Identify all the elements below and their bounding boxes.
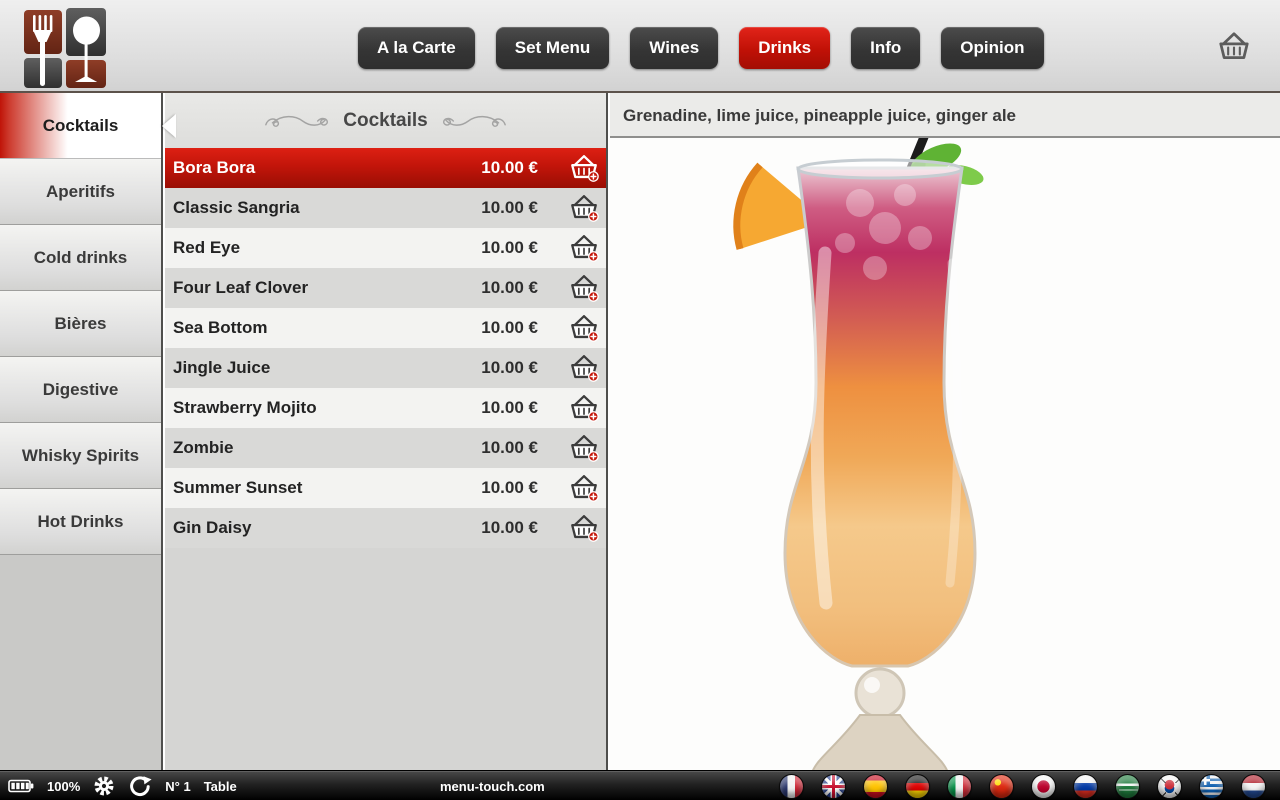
menu-list-title: Cocktails [343, 110, 427, 132]
app-url: menu-touch.com [440, 779, 545, 794]
settings-gear-icon[interactable] [93, 775, 115, 797]
menu-item-list: Bora Bora10.00 €Classic Sangria10.00 €Re… [165, 148, 606, 548]
sidebar-item-cocktails[interactable]: Cocktails [0, 93, 161, 159]
menu-item-price: 10.00 € [481, 438, 538, 458]
flag-sa-icon[interactable] [1115, 774, 1140, 799]
add-to-basket-icon[interactable] [568, 233, 600, 263]
flag-es-icon[interactable] [863, 774, 888, 799]
add-to-basket-icon[interactable] [568, 473, 600, 503]
sidebar-item-bieres[interactable]: Bières [0, 291, 161, 357]
category-sidebar: CocktailsAperitifsCold drinksBièresDiges… [0, 93, 163, 770]
flag-it-icon[interactable] [947, 774, 972, 799]
menu-item-row[interactable]: Jingle Juice 10.00 € [165, 348, 606, 388]
nav-drinks-button[interactable]: Drinks [739, 27, 830, 69]
menu-item-name: Zombie [173, 438, 233, 458]
sidebar-item-aperitifs[interactable]: Aperitifs [0, 159, 161, 225]
menu-item-row[interactable]: Bora Bora 10.00 € [165, 148, 606, 188]
menu-item-name: Strawberry Mojito [173, 398, 317, 418]
add-to-basket-icon[interactable] [568, 353, 600, 383]
nav-a-la-carte-button[interactable]: A la Carte [358, 27, 475, 69]
menu-item-row[interactable]: Summer Sunset 10.00 € [165, 468, 606, 508]
add-to-basket-icon[interactable] [568, 273, 600, 303]
menu-item-name: Classic Sangria [173, 198, 300, 218]
battery-percentage: 100% [47, 779, 80, 794]
menu-item-price: 10.00 € [481, 278, 538, 298]
restaurant-logo-icon [24, 8, 108, 93]
flag-jp-icon[interactable] [1031, 774, 1056, 799]
menu-item-price: 10.00 € [481, 158, 538, 178]
menu-item-price: 10.00 € [481, 518, 538, 538]
flag-nl-icon[interactable] [1241, 774, 1266, 799]
top-bar: A la Carte Set Menu Wines Drinks Info Opinion [0, 0, 1280, 93]
nav-info-button[interactable]: Info [851, 27, 920, 69]
menu-item-name: Bora Bora [173, 158, 255, 178]
flag-cn-icon[interactable] [989, 774, 1014, 799]
flag-kr-icon[interactable] [1157, 774, 1182, 799]
refresh-icon[interactable] [128, 774, 152, 798]
cocktail-image [670, 133, 1090, 770]
menu-item-name: Four Leaf Clover [173, 278, 308, 298]
language-flags [779, 771, 1266, 800]
menu-item-price: 10.00 € [481, 478, 538, 498]
basket-icon[interactable] [1216, 30, 1252, 68]
add-to-basket-icon[interactable] [568, 513, 600, 543]
flag-gb-icon[interactable] [821, 774, 846, 799]
status-bar: 100% N° 1 Table menu-touch.com [0, 770, 1280, 800]
item-detail-panel: Grenadine, lime juice, pineapple juice, … [610, 93, 1280, 770]
sidebar-item-cold-drinks[interactable]: Cold drinks [0, 225, 161, 291]
add-to-basket-icon[interactable] [568, 193, 600, 223]
menu-item-row[interactable]: Strawberry Mojito 10.00 € [165, 388, 606, 428]
menu-item-row[interactable]: Gin Daisy 10.00 € [165, 508, 606, 548]
flag-gr-icon[interactable] [1199, 774, 1224, 799]
menu-list-panel: Cocktails Bora Bora10.00 €Classic Sangri… [165, 93, 608, 770]
flourish-ornament-icon [263, 109, 329, 133]
menu-item-price: 10.00 € [481, 358, 538, 378]
nav-set-menu-button[interactable]: Set Menu [496, 27, 610, 69]
menu-item-row[interactable]: Four Leaf Clover 10.00 € [165, 268, 606, 308]
add-to-basket-icon[interactable] [568, 393, 600, 423]
menu-item-row[interactable]: Classic Sangria 10.00 € [165, 188, 606, 228]
menu-item-name: Gin Daisy [173, 518, 251, 538]
item-description: Grenadine, lime juice, pineapple juice, … [610, 93, 1280, 138]
menu-touch-app: A la Carte Set Menu Wines Drinks Info Opinion… [0, 0, 1280, 800]
menu-item-row[interactable]: Sea Bottom 10.00 € [165, 308, 606, 348]
menu-item-price: 10.00 € [481, 318, 538, 338]
nav-opinion-button[interactable]: Opinion [941, 27, 1043, 69]
sidebar-item-digestive[interactable]: Digestive [0, 357, 161, 423]
menu-item-price: 10.00 € [481, 398, 538, 418]
status-left-group: 100% N° 1 Table [8, 771, 237, 800]
menu-item-name: Red Eye [173, 238, 240, 258]
menu-item-row[interactable]: Red Eye 10.00 € [165, 228, 606, 268]
status-center: menu-touch.com [440, 771, 545, 800]
table-label: Table [204, 779, 237, 794]
flag-de-icon[interactable] [905, 774, 930, 799]
flag-ru-icon[interactable] [1073, 774, 1098, 799]
menu-item-row[interactable]: Zombie 10.00 € [165, 428, 606, 468]
menu-item-name: Jingle Juice [173, 358, 270, 378]
sidebar-item-whisky-spirits[interactable]: Whisky Spirits [0, 423, 161, 489]
add-to-basket-icon[interactable] [568, 433, 600, 463]
order-number: N° 1 [165, 779, 190, 794]
flourish-ornament-icon [442, 109, 508, 133]
add-to-basket-icon[interactable] [568, 313, 600, 343]
menu-item-price: 10.00 € [481, 198, 538, 218]
main-nav: A la Carte Set Menu Wines Drinks Info Opinion [358, 27, 1044, 69]
sidebar-item-hot-drinks[interactable]: Hot Drinks [0, 489, 161, 555]
menu-item-name: Sea Bottom [173, 318, 267, 338]
flag-fr-icon[interactable] [779, 774, 804, 799]
add-to-basket-icon[interactable] [568, 153, 600, 183]
nav-wines-button[interactable]: Wines [630, 27, 718, 69]
menu-list-header: Cocktails [165, 93, 606, 148]
menu-item-price: 10.00 € [481, 238, 538, 258]
menu-item-name: Summer Sunset [173, 478, 302, 498]
battery-icon [8, 779, 34, 793]
